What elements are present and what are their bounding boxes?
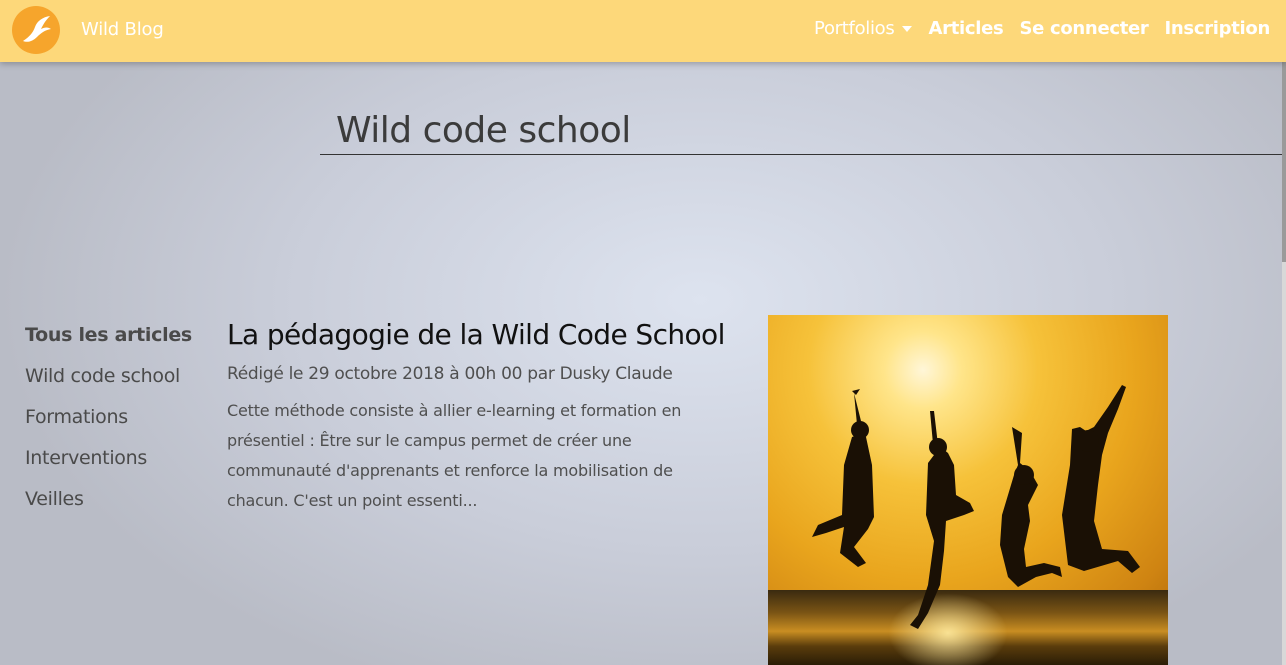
sidebar-item-interventions[interactable]: Interventions — [25, 445, 192, 486]
sidebar-item-wild-code-school[interactable]: Wild code school — [25, 363, 192, 404]
category-sidebar: Tous les articles Wild code school Forma… — [25, 322, 192, 527]
nav-portfolios-label: Portfolios — [814, 18, 895, 39]
sidebar-item-veilles[interactable]: Veilles — [25, 486, 192, 527]
nav-articles-link[interactable]: Articles — [928, 18, 1003, 39]
jumping-people-sunset-icon — [812, 385, 1140, 629]
article-card: La pédagogie de la Wild Code School Rédi… — [227, 316, 727, 516]
article-image[interactable] — [768, 315, 1168, 665]
sidebar-item-all-articles[interactable]: Tous les articles — [25, 322, 192, 363]
page-title: Wild code school — [336, 110, 631, 151]
nav-login-link[interactable]: Se connecter — [1019, 18, 1148, 39]
bird-logo-icon[interactable] — [12, 6, 60, 54]
top-navbar: Wild Blog Portfolios Articles Se connect… — [0, 0, 1286, 62]
article-meta: Rédigé le 29 octobre 2018 à 00h 00 par D… — [227, 364, 673, 384]
article-excerpt: Cette méthode consiste à allier e-learni… — [227, 401, 682, 510]
nav-portfolios-dropdown[interactable]: Portfolios — [814, 18, 913, 39]
article-title[interactable]: La pédagogie de la Wild Code School — [227, 316, 727, 354]
brand-link[interactable]: Wild Blog — [81, 19, 164, 40]
caret-down-icon — [902, 26, 913, 32]
page-scrollbar[interactable] — [1282, 0, 1286, 665]
nav-signup-link[interactable]: Inscription — [1165, 18, 1271, 39]
nav-links: Portfolios Articles Se connecter Inscrip… — [814, 18, 1270, 39]
scrollbar-thumb[interactable] — [1282, 62, 1286, 262]
sidebar-item-formations[interactable]: Formations — [25, 404, 192, 445]
title-divider — [320, 154, 1286, 155]
